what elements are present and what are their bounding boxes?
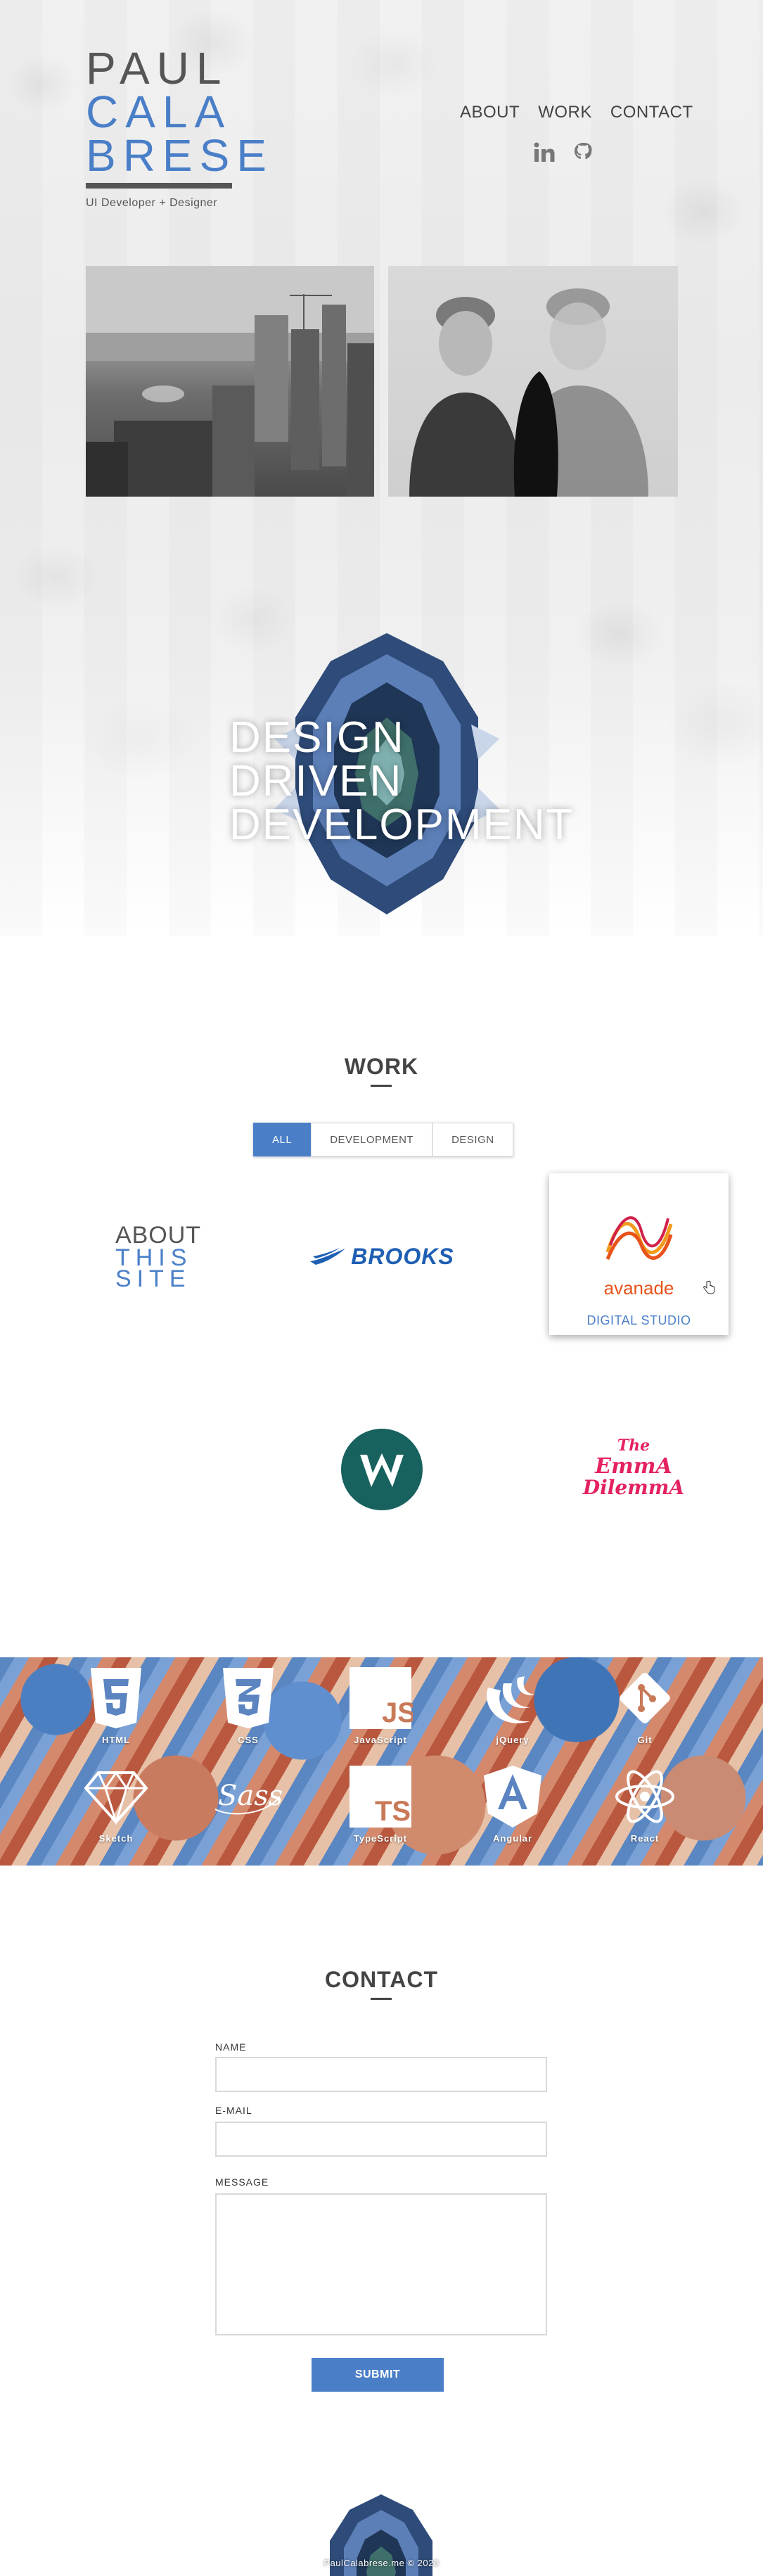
emma-line-1: The xyxy=(617,1436,650,1455)
name-label: NAME xyxy=(215,2041,247,2053)
angular-icon xyxy=(484,1766,541,1828)
skill-html-label: HTML xyxy=(101,1735,131,1745)
message-label: MESSAGE xyxy=(215,2176,269,2188)
work-heading: WORK xyxy=(344,1054,419,1079)
work-item-brooks[interactable]: BROOKS xyxy=(288,1200,475,1313)
work-item-microsoft[interactable] xyxy=(86,1431,162,1507)
w-circle-logo-icon xyxy=(341,1429,423,1510)
logo-line-1: PAUL xyxy=(86,43,229,94)
js-glyph: JS xyxy=(382,1697,413,1728)
work-heading-underline xyxy=(371,1085,392,1087)
skills-banner: HTML CSS JS JavaScript jQuery Git Sketch… xyxy=(0,1657,763,1866)
skill-javascript: JS JavaScript xyxy=(338,1663,423,1745)
avanade-wordmark: avanade xyxy=(603,1277,674,1299)
sketch-icon xyxy=(84,1771,148,1825)
skill-typescript-label: TypeScript xyxy=(353,1833,408,1844)
sass-glyph: Sass xyxy=(218,1780,283,1812)
ts-glyph: TS xyxy=(375,1796,411,1827)
skill-sass: Sass xyxy=(206,1761,290,1833)
headline-development: DEVELOPMENT xyxy=(229,801,575,849)
skill-jquery-label: jQuery xyxy=(496,1735,530,1745)
contact-heading-underline xyxy=(371,1998,392,2000)
hero-headline: DESIGN DRIVEN DEVELOPMENT xyxy=(229,716,575,847)
skill-sketch: Sketch xyxy=(74,1761,158,1844)
linkedin-icon[interactable] xyxy=(532,141,556,165)
work-item-emma-dilemma[interactable]: The EmmA DilemmA xyxy=(581,1428,686,1505)
github-icon[interactable] xyxy=(572,141,596,165)
nav-contact-link[interactable]: CONTACT xyxy=(610,103,693,122)
footer-copyright: PaulCalabrese.me © 2020 xyxy=(323,2558,440,2568)
name-input[interactable] xyxy=(215,2057,547,2092)
skill-html: HTML xyxy=(74,1663,158,1745)
logo-bar xyxy=(86,183,232,189)
pointer-cursor-icon xyxy=(703,1280,715,1294)
nav-about-link[interactable]: ABOUT xyxy=(460,103,520,122)
brooks-swoosh-icon xyxy=(310,1248,346,1265)
filter-development-button[interactable]: DEVELOPMENT xyxy=(311,1123,433,1156)
skill-react-label: React xyxy=(630,1833,660,1844)
skill-css-label: CSS xyxy=(238,1735,259,1745)
skill-git: Git xyxy=(603,1663,687,1745)
skill-jquery: jQuery xyxy=(470,1663,555,1745)
work-item-avanade[interactable]: avanade DIGITAL STUDIO xyxy=(549,1173,729,1335)
typescript-icon: TS xyxy=(350,1766,411,1828)
skill-typescript: TS TypeScript xyxy=(338,1761,423,1844)
about-site-logo: ABOUT THIS SITE xyxy=(115,1222,202,1292)
skill-react: React xyxy=(603,1761,687,1844)
about-site-line-1: ABOUT xyxy=(115,1222,202,1249)
skill-angular: Angular xyxy=(470,1761,555,1844)
message-textarea[interactable] xyxy=(215,2193,547,2335)
logo-tagline: UI Developer + Designer xyxy=(86,197,218,209)
about-site-line-3: SITE xyxy=(115,1265,191,1292)
avanade-logo-icon xyxy=(605,1216,672,1260)
work-filter-group: ALL DEVELOPMENT DESIGN xyxy=(253,1123,513,1156)
headline-design: DESIGN xyxy=(229,713,405,762)
main-nav: ABOUT WORK CONTACT xyxy=(460,103,693,122)
skill-css: CSS xyxy=(206,1663,290,1745)
emma-line-3: DilemmA xyxy=(582,1476,685,1499)
headline-driven: DRIVEN xyxy=(229,757,403,805)
portrait-photo xyxy=(388,266,678,497)
react-icon xyxy=(615,1770,674,1823)
avanade-caption: DIGITAL STUDIO xyxy=(586,1313,691,1327)
javascript-icon: JS xyxy=(350,1667,413,1729)
css3-icon xyxy=(223,1668,274,1728)
nav-work-link[interactable]: WORK xyxy=(538,103,592,122)
email-label: E-MAIL xyxy=(215,2105,252,2116)
contact-heading: CONTACT xyxy=(324,1967,439,1992)
logo-line-3: BRESE xyxy=(86,130,274,181)
sass-icon: Sass xyxy=(214,1780,283,1815)
design-driven-development: DESIGN DRIVEN DEVELOPMENT xyxy=(225,633,573,922)
filter-all-button[interactable]: ALL xyxy=(253,1123,312,1156)
city-photo xyxy=(86,266,374,497)
git-icon xyxy=(620,1673,670,1723)
hero-section: PAUL CALA BRESE UI Developer + Designer … xyxy=(0,0,763,936)
logo-line-2: CALA xyxy=(86,87,232,137)
html5-icon xyxy=(91,1668,141,1728)
email-input[interactable] xyxy=(215,2122,547,2157)
jquery-icon xyxy=(487,1676,534,1723)
work-item-w-logo[interactable] xyxy=(340,1428,423,1511)
site-logo[interactable]: PAUL CALA BRESE UI Developer + Designer xyxy=(86,43,274,210)
work-item-about-this-site[interactable]: ABOUT THIS SITE xyxy=(70,1200,246,1313)
filter-design-button[interactable]: DESIGN xyxy=(432,1123,513,1156)
submit-button[interactable]: SUBMIT xyxy=(312,2358,444,2392)
brooks-wordmark: BROOKS xyxy=(351,1243,454,1269)
skill-javascript-label: JavaScript xyxy=(354,1735,407,1745)
skill-sketch-label: Sketch xyxy=(98,1833,134,1844)
skill-git-label: Git xyxy=(637,1735,653,1745)
social-links xyxy=(532,141,596,165)
skill-angular-label: Angular xyxy=(492,1833,533,1844)
emma-line-2: EmmA xyxy=(595,1454,672,1479)
